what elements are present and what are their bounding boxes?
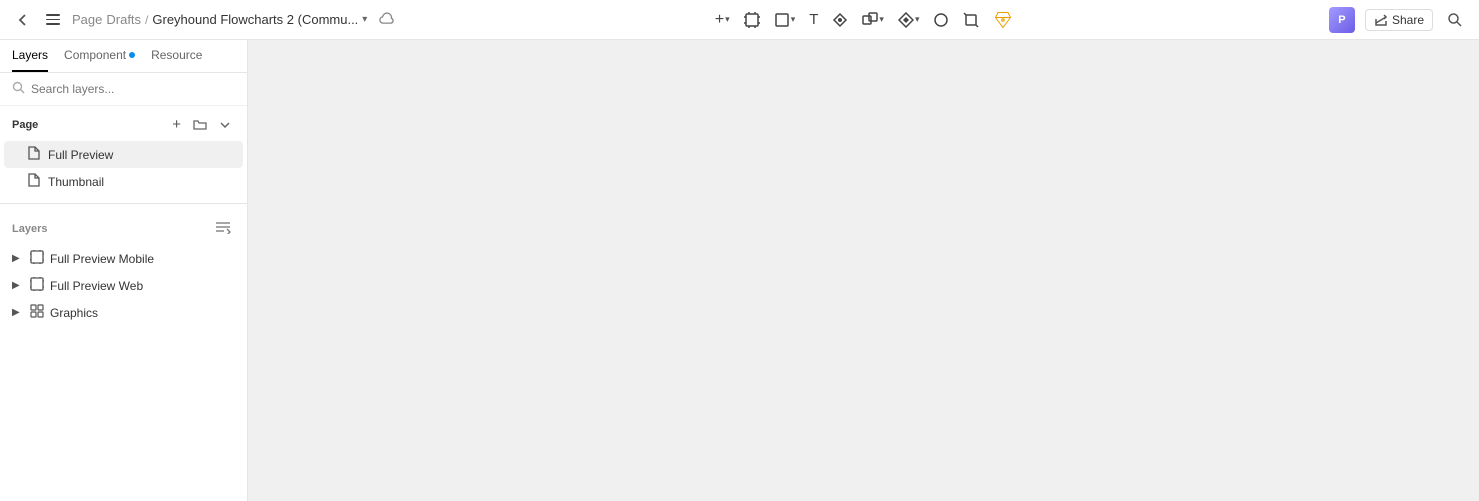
tab-component[interactable]: Component — [64, 48, 135, 72]
main-area: Layers Component Resource Page — [0, 40, 1479, 501]
shape-tool-button[interactable]: ▾ — [770, 8, 800, 32]
pen-tool-button[interactable] — [828, 8, 852, 32]
plugin-icon[interactable]: P — [1329, 7, 1355, 33]
page-doc-icon-2 — [28, 173, 40, 190]
page-item-thumbnail[interactable]: Thumbnail — [4, 168, 243, 195]
breadcrumb-separator: / — [145, 13, 148, 27]
page-section-header: Page + — [0, 106, 247, 141]
page-item-label-thumbnail: Thumbnail — [48, 175, 231, 189]
panel-divider — [0, 203, 247, 204]
layer-item-full-preview-web[interactable]: ▶ Full Preview Web — [0, 272, 247, 299]
search-icon — [12, 81, 25, 97]
frame-tool-button[interactable] — [740, 8, 764, 32]
layer-label-full-preview-web: Full Preview Web — [50, 279, 143, 293]
expand-arrow-web: ▶ — [12, 280, 24, 291]
toolbar: Page Drafts / Greyhound Flowcharts 2 (Co… — [0, 0, 1479, 40]
page-item-label-full-preview: Full Preview — [48, 148, 231, 162]
layer-item-full-preview-mobile[interactable]: ▶ Full Preview Mobile — [0, 245, 247, 272]
toolbar-left: Page Drafts / Greyhound Flowcharts 2 (Co… — [12, 8, 399, 32]
text-tool-icon: T — [809, 11, 818, 28]
page-item-full-preview[interactable]: Full Preview — [4, 141, 243, 168]
component-icon-group: ▾ — [898, 12, 920, 28]
add-button[interactable]: + ▾ — [711, 7, 734, 33]
layer-item-graphics[interactable]: ▶ Graphics — [0, 299, 247, 326]
component-dot — [129, 52, 135, 58]
page-folder-button[interactable] — [189, 116, 211, 134]
back-button[interactable] — [12, 9, 34, 31]
layer-label-graphics: Graphics — [50, 306, 98, 320]
hamburger-button[interactable] — [42, 10, 64, 29]
search-bar — [0, 73, 247, 106]
frame-icon-web — [30, 277, 44, 294]
text-tool-button[interactable]: T — [805, 7, 822, 32]
breadcrumb: Page Drafts / Greyhound Flowcharts 2 (Co… — [72, 12, 367, 27]
breadcrumb-dropdown-arrow[interactable]: ▾ — [362, 14, 367, 25]
bool-icon-group: ▾ — [862, 12, 884, 28]
share-label: Share — [1392, 13, 1424, 27]
layers-section: Layers ▶ — [0, 212, 247, 501]
left-panel: Layers Component Resource Page — [0, 40, 248, 501]
page-doc-icon — [28, 146, 40, 163]
collapse-icon — [219, 119, 231, 131]
component-tool-button[interactable]: ▾ — [894, 8, 924, 32]
cloud-save-button[interactable] — [375, 8, 399, 32]
page-collapse-button[interactable] — [215, 117, 235, 133]
toolbar-right: P Share — [1329, 7, 1467, 33]
shape-icon-group: ▾ — [774, 12, 796, 28]
search-toolbar-button[interactable] — [1443, 8, 1467, 32]
folder-icon — [193, 118, 207, 132]
canvas-area — [248, 40, 1479, 501]
tab-resource[interactable]: Resource — [151, 48, 202, 72]
layers-section-title: Layers — [12, 223, 47, 235]
search-layers-input[interactable] — [31, 82, 235, 96]
page-section-title: Page — [12, 119, 38, 131]
breadcrumb-drafts-label: Drafts — [106, 12, 141, 27]
hamburger-icon — [46, 14, 60, 25]
add-page-icon: + — [172, 116, 181, 133]
add-page-button[interactable]: + — [168, 114, 185, 135]
canvas-background — [248, 40, 1479, 501]
bool-ops-button[interactable]: ▾ — [858, 8, 888, 32]
tab-layers[interactable]: Layers — [12, 48, 48, 72]
plugin-label: P — [1338, 14, 1345, 26]
breadcrumb-current: Greyhound Flowcharts 2 (Commu... — [152, 12, 358, 27]
toolbar-center: + ▾ ▾ — [407, 6, 1321, 34]
figma-like-icon — [993, 10, 1013, 30]
page-section-actions: + — [168, 114, 235, 135]
crop-tool-button[interactable] — [959, 8, 983, 32]
frame-icon-mobile — [30, 250, 44, 267]
ellipse-tool-button[interactable] — [929, 8, 953, 32]
layer-label-full-preview-mobile: Full Preview Mobile — [50, 252, 154, 266]
expand-arrow-graphics: ▶ — [12, 307, 24, 318]
share-button[interactable]: Share — [1365, 9, 1433, 31]
add-icon-group: + ▾ — [715, 11, 730, 29]
layers-section-header: Layers — [0, 212, 247, 245]
panel-tabs: Layers Component Resource — [0, 40, 247, 73]
breadcrumb-drafts: Page — [72, 12, 102, 27]
layers-collapse-all-button[interactable] — [211, 218, 235, 239]
collapse-all-icon — [215, 220, 231, 234]
expand-arrow-mobile: ▶ — [12, 253, 24, 264]
grid-icon-graphics — [30, 304, 44, 321]
brand-icon-button[interactable] — [989, 6, 1017, 34]
